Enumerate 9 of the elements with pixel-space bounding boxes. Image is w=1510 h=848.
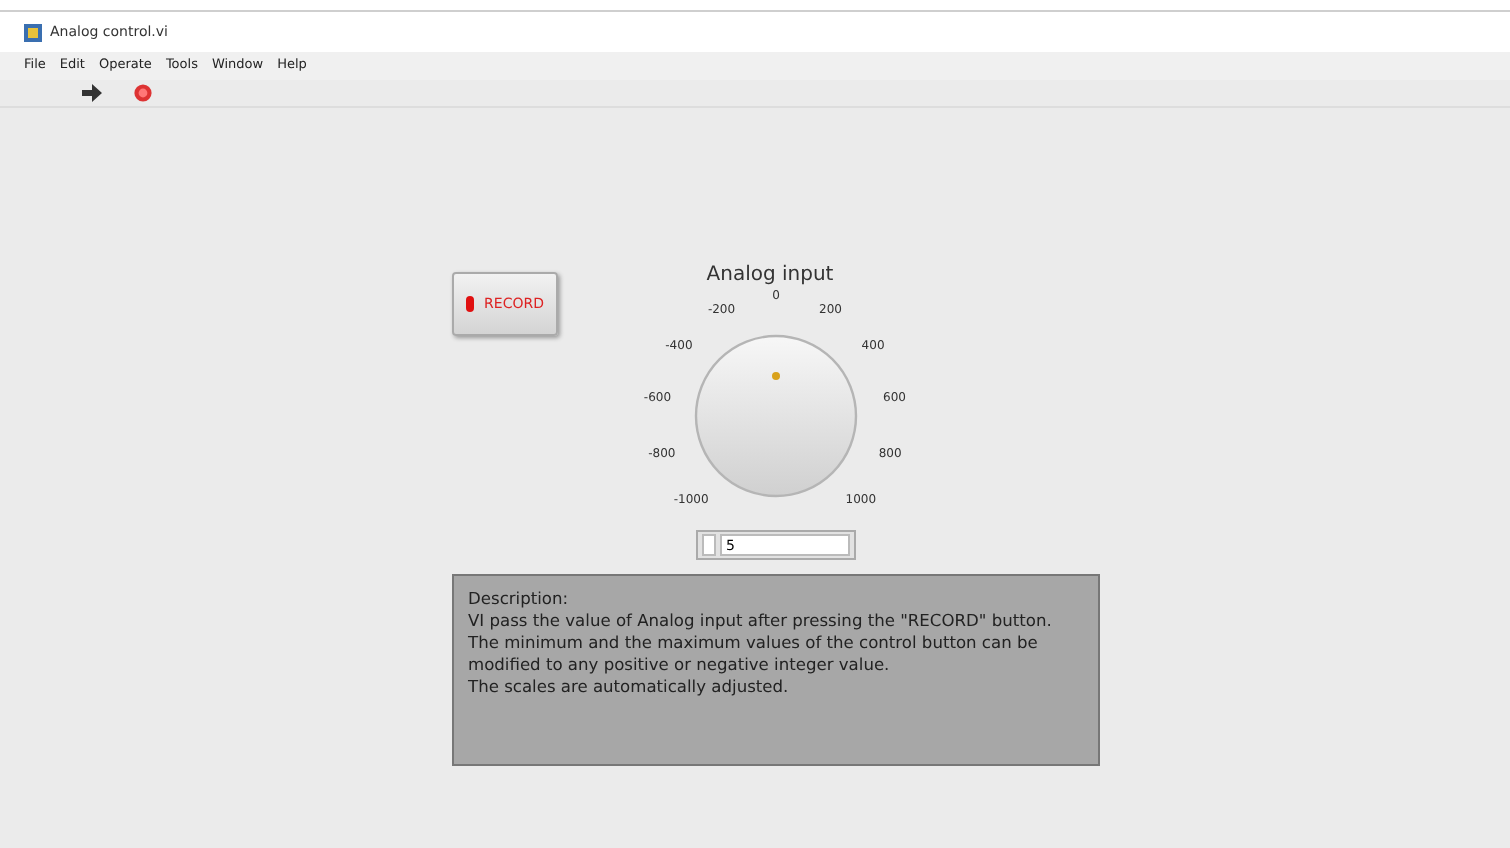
description-text: Description: bbox=[468, 588, 571, 610]
description-text: The scales are automatically adjusted. bbox=[468, 676, 791, 698]
run-arrow-icon[interactable] bbox=[82, 84, 102, 102]
description-text: modified to any positive or negative integer value. bbox=[468, 654, 892, 676]
description-text: VI pass the value of Analog input after pressing the "RECORD" button. bbox=[468, 610, 1054, 632]
knob-label: Analog input bbox=[704, 262, 836, 290]
description-text: The minimum and the maximum values of the control button can be bbox=[468, 632, 1040, 654]
app-icon bbox=[24, 23, 42, 41]
stop-icon[interactable] bbox=[134, 84, 152, 102]
